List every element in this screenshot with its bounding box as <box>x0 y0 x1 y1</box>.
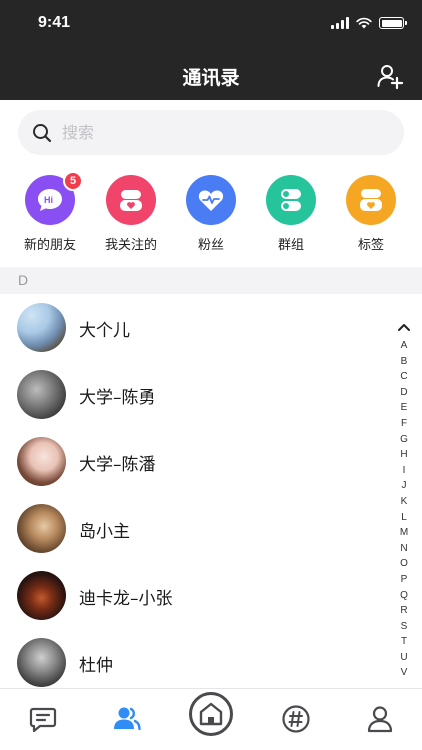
contact-item[interactable]: 迪卡龙–小张 <box>0 562 390 629</box>
tab-bar <box>0 688 422 750</box>
shortcut-following[interactable]: 我关注的 <box>91 175 171 253</box>
home-icon <box>199 702 223 726</box>
groups-circle <box>266 175 316 225</box>
index-letter-g[interactable]: G <box>396 432 412 448</box>
group-icon <box>281 189 301 211</box>
index-letter-m[interactable]: M <box>396 525 412 541</box>
index-letter-c[interactable]: C <box>396 369 412 385</box>
fans-circle <box>186 175 236 225</box>
contact-item[interactable]: 杜仲 <box>0 629 390 696</box>
index-letter-p[interactable]: P <box>396 572 412 588</box>
shortcut-tags[interactable]: 标签 <box>331 175 411 253</box>
tab-home[interactable] <box>189 692 233 736</box>
contact-item[interactable]: 大学–陈勇 <box>0 361 390 428</box>
heart-pulse-icon <box>198 190 224 211</box>
heart-person-icon <box>120 190 142 211</box>
tab-topics[interactable] <box>276 699 316 739</box>
index-letter-l[interactable]: L <box>396 510 412 526</box>
index-letters: ABCDEFGHIJKLMNOPQRSTUV <box>396 338 412 681</box>
shortcut-label: 群组 <box>277 238 304 253</box>
avatar <box>17 504 66 553</box>
shortcut-row: Hi 5 新的朋友 我关注的 粉丝 群组 标签 <box>0 171 422 255</box>
notification-badge: 5 <box>63 171 83 191</box>
index-letter-a[interactable]: A <box>396 338 412 354</box>
index-letter-f[interactable]: F <box>396 416 412 432</box>
chevron-up-icon[interactable] <box>396 318 412 338</box>
contacts-icon <box>114 707 141 731</box>
nav-bar: 通讯录 <box>0 50 422 100</box>
shortcut-fans[interactable]: 粉丝 <box>171 175 251 253</box>
contact-name: 岛小主 <box>79 522 130 542</box>
tab-contacts[interactable] <box>107 699 147 739</box>
person-add-icon[interactable] <box>376 62 404 90</box>
contact-item[interactable]: 大学–陈潘 <box>0 428 390 495</box>
contact-name: 迪卡龙–小张 <box>79 589 173 609</box>
shortcut-label: 粉丝 <box>197 238 224 253</box>
index-letter-r[interactable]: R <box>396 603 412 619</box>
search-icon <box>33 123 52 142</box>
contact-item[interactable]: 大个儿 <box>0 294 390 361</box>
shortcut-label: 标签 <box>357 238 384 253</box>
tab-profile[interactable] <box>360 699 400 739</box>
wifi-icon <box>356 17 372 29</box>
shortcut-label: 新的朋友 <box>23 238 76 253</box>
avatar <box>17 303 66 352</box>
index-letter-o[interactable]: O <box>396 556 412 572</box>
shortcut-label: 我关注的 <box>104 238 157 253</box>
index-letter-k[interactable]: K <box>396 494 412 510</box>
battery-icon <box>379 17 407 29</box>
index-letter-d[interactable]: D <box>396 385 412 401</box>
index-letter-i[interactable]: I <box>396 463 412 479</box>
topics-icon <box>282 705 310 733</box>
section-header: D <box>0 267 422 294</box>
index-letter-n[interactable]: N <box>396 541 412 557</box>
tag-icon <box>360 189 382 211</box>
svg-text:Hi: Hi <box>44 195 53 205</box>
index-letter-u[interactable]: U <box>396 650 412 666</box>
page-title: 通讯录 <box>182 67 240 89</box>
signal-icon <box>331 17 349 29</box>
avatar <box>17 638 66 687</box>
tags-circle <box>346 175 396 225</box>
contact-name: 大学–陈勇 <box>79 388 156 408</box>
contact-item[interactable]: 岛小主 <box>0 495 390 562</box>
index-letter-q[interactable]: Q <box>396 588 412 604</box>
index-letter-s[interactable]: S <box>396 619 412 635</box>
index-letter-b[interactable]: B <box>396 354 412 370</box>
avatar <box>17 571 66 620</box>
index-letter-h[interactable]: H <box>396 447 412 463</box>
avatar <box>17 370 66 419</box>
index-letter-v[interactable]: V <box>396 665 412 681</box>
search-input[interactable] <box>62 123 362 142</box>
shortcut-groups[interactable]: 群组 <box>251 175 331 253</box>
avatar <box>17 437 66 486</box>
shortcut-new-friends[interactable]: Hi 5 新的朋友 <box>10 171 90 253</box>
status-bar: 9:41 <box>0 0 422 50</box>
index-letter-e[interactable]: E <box>396 400 412 416</box>
new-friends-circle: Hi 5 <box>25 171 83 225</box>
contact-name: 杜仲 <box>79 656 113 676</box>
profile-icon <box>367 706 393 733</box>
index-letter-j[interactable]: J <box>396 478 412 494</box>
messages-icon <box>29 707 57 733</box>
contact-name: 大个儿 <box>79 321 130 341</box>
tab-messages[interactable] <box>23 699 63 739</box>
hi-chat-icon: Hi <box>38 189 62 211</box>
index-letter-t[interactable]: T <box>396 634 412 650</box>
alphabet-index: ABCDEFGHIJKLMNOPQRSTUV <box>396 318 412 681</box>
status-time: 9:41 <box>38 14 71 31</box>
contact-name: 大学–陈潘 <box>79 455 156 475</box>
search-bar[interactable] <box>18 110 404 155</box>
following-circle <box>106 175 156 225</box>
status-icons <box>331 17 407 29</box>
